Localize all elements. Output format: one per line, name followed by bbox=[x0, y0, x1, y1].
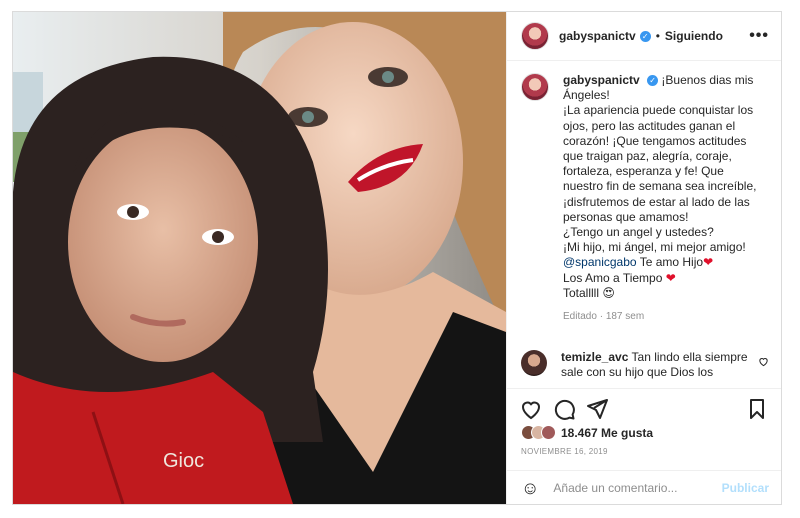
mention-link[interactable]: @spanicgabo bbox=[563, 255, 637, 269]
caption-author-avatar[interactable] bbox=[521, 73, 549, 101]
post-photo[interactable]: Gioc bbox=[13, 12, 506, 504]
follow-status-button[interactable]: Siguiendo bbox=[665, 29, 723, 43]
comment-text: temizle_avc Tan lindo ella siempre sale … bbox=[561, 350, 751, 379]
post-side-panel: gabyspanictv ✓ • Siguiendo ••• gabyspani… bbox=[506, 12, 781, 504]
caption-total-line: Totalllll bbox=[563, 285, 603, 300]
comment-bubble-icon[interactable] bbox=[552, 397, 576, 421]
caption-line-2: ¡La apariencia puede conquistar los ojos… bbox=[563, 103, 757, 224]
heart-emoji-icon: ❤ bbox=[665, 270, 676, 285]
comment-item: temizle_avc Tan lindo ella siempre sale … bbox=[507, 324, 781, 379]
instagram-post: Gioc gabyspanictv ✓ • Siguiendo ••• gaby… bbox=[12, 11, 782, 505]
caption-username[interactable]: gabyspanictv bbox=[563, 73, 640, 87]
heart-emoji-icon: ❤ bbox=[703, 255, 714, 270]
edited-label: Editado bbox=[563, 311, 597, 323]
author-avatar[interactable] bbox=[521, 22, 549, 50]
comments-section[interactable]: gabyspanictv ✓ ¡Buenos dias mis Ángeles!… bbox=[507, 61, 781, 379]
verified-badge-icon: ✓ bbox=[647, 75, 659, 87]
comment-like-heart-icon[interactable] bbox=[758, 356, 769, 367]
commenter-username[interactable]: temizle_avc bbox=[561, 350, 628, 364]
comment-composer: ☺ Publicar bbox=[507, 470, 781, 504]
save-bookmark-icon[interactable] bbox=[745, 397, 769, 421]
caption: gabyspanictv ✓ ¡Buenos dias mis Ángeles!… bbox=[507, 61, 781, 324]
caption-text: gabyspanictv ✓ ¡Buenos dias mis Ángeles!… bbox=[563, 73, 763, 324]
liker-avatar bbox=[541, 425, 556, 440]
commenter-avatar[interactable] bbox=[521, 350, 547, 377]
caption-line-4: ¡Mi hijo, mi ángel, mi mejor amigo! bbox=[563, 240, 746, 255]
post-date[interactable]: NOVIEMBRE 16, 2019 bbox=[521, 447, 608, 456]
emoji-smiley-icon[interactable]: ☺ bbox=[521, 479, 539, 497]
author-username[interactable]: gabyspanictv bbox=[559, 29, 636, 43]
shirt-print-text: Gioc bbox=[163, 450, 204, 472]
post-header: gabyspanictv ✓ • Siguiendo ••• bbox=[507, 12, 781, 61]
likes-count[interactable]: 18.467 Me gusta bbox=[561, 426, 653, 440]
more-options-icon[interactable]: ••• bbox=[749, 27, 769, 45]
caption-mention-rest: Te amo Hijo bbox=[636, 255, 704, 270]
post-actions-bar bbox=[507, 388, 781, 428]
comment-input[interactable] bbox=[551, 479, 722, 496]
caption-love-line: Los Amo a Tiempo bbox=[563, 270, 666, 285]
publish-button[interactable]: Publicar bbox=[722, 481, 769, 495]
caption-meta: Editado · 187 sem bbox=[563, 311, 645, 323]
share-paper-plane-icon[interactable] bbox=[585, 397, 609, 421]
like-heart-icon[interactable] bbox=[519, 397, 543, 421]
verified-badge-icon: ✓ bbox=[639, 30, 651, 42]
caption-time[interactable]: 187 sem bbox=[606, 311, 644, 322]
caption-line-3: ¿Tengo un angel y ustedes? bbox=[563, 225, 714, 240]
heart-eyes-emoji-icon: 😍 bbox=[602, 285, 615, 300]
photo-illustration: Gioc bbox=[13, 12, 506, 504]
separator-dot: • bbox=[655, 29, 660, 43]
likes-summary[interactable]: 18.467 Me gusta bbox=[521, 425, 653, 440]
